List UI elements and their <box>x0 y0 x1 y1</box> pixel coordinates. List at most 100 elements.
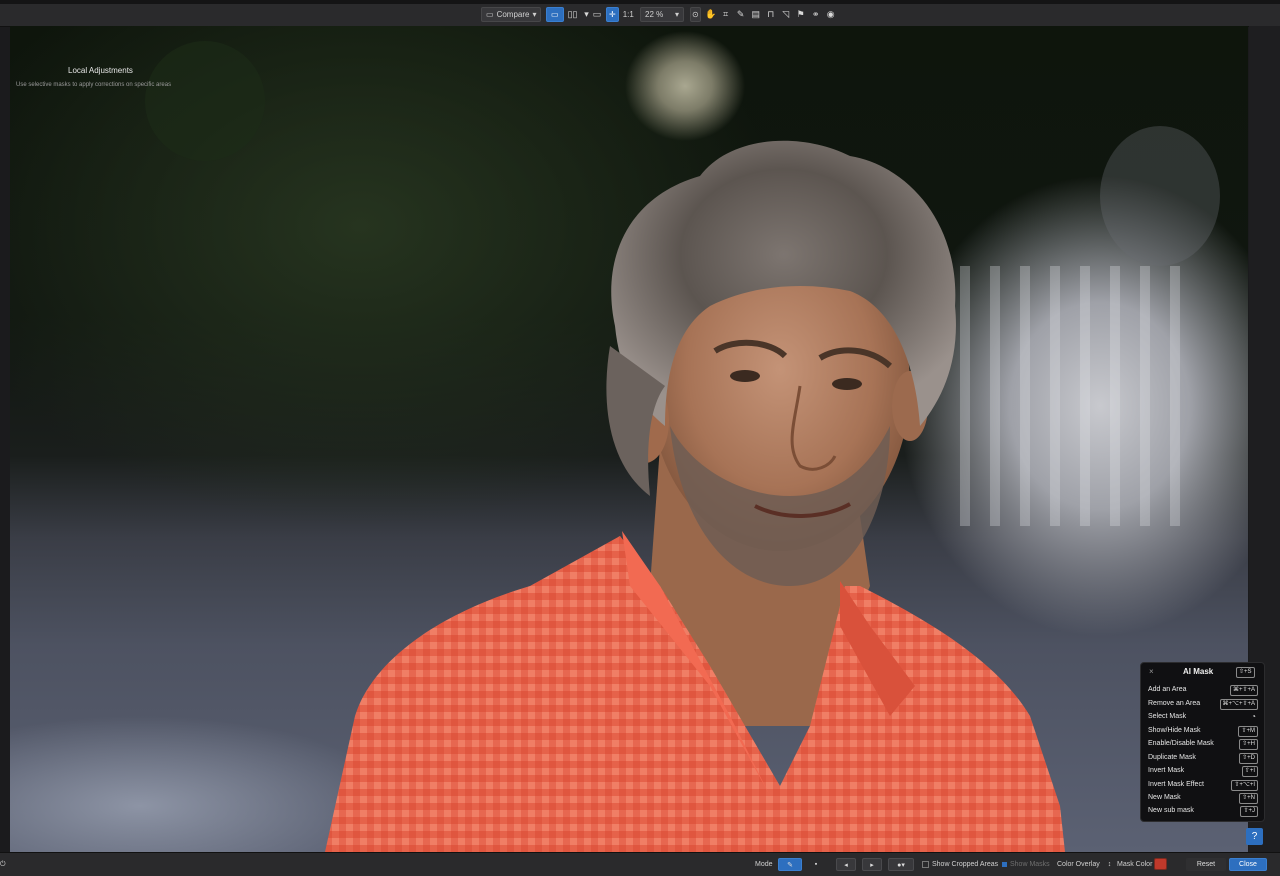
checkbox-icon <box>922 861 929 868</box>
compare-label: Compare <box>496 10 530 19</box>
link-icon[interactable]: ⚭ <box>811 9 821 20</box>
color-overlay-label: Color Overlay <box>1057 861 1100 868</box>
menu-item-label: Show/Hide Mask <box>1148 727 1201 734</box>
shortcut-key: ⇧+I <box>1241 766 1258 777</box>
compare-button[interactable]: ▭ Compare ▾ <box>481 7 542 22</box>
shortcut-key: ⇧+D <box>1239 753 1258 764</box>
fit-group: ▭ ✛ 1:1 <box>592 7 634 22</box>
person-select-button[interactable]: ●▾ <box>888 858 914 871</box>
menu-item-label: New sub mask <box>1148 807 1194 814</box>
ruler-icon[interactable]: ▤ <box>751 9 761 20</box>
split-view-icon[interactable]: ▯▯ <box>568 9 578 20</box>
menu-item-select-mask[interactable]: Select Mask ◔ <box>1148 712 1258 724</box>
show-masks-label: Show Masks <box>1010 861 1050 868</box>
ai-mask-shortcut: ⇧+S <box>1236 667 1255 678</box>
menu-item-new-mask[interactable]: New Mask ⇧+N <box>1148 793 1258 805</box>
single-view-button[interactable]: ▭ <box>546 7 564 22</box>
menu-item-label: Invert Mask Effect <box>1148 781 1204 788</box>
person-icon: ●▾ <box>897 861 905 869</box>
reset-button[interactable]: Reset <box>1186 858 1226 871</box>
chevron-updown-icon: ↕ <box>1107 861 1112 868</box>
shortcut-key: ⌘+⇧+A <box>1229 685 1258 696</box>
show-cropped-checkbox[interactable]: Show Cropped Areas <box>922 859 998 870</box>
tools-group: ⊙ ✋ ⌗ ✎ ▤ ⊓ ◹ ⚑ ⚭ ◉ <box>690 7 836 22</box>
menu-item-new-sub-mask[interactable]: New sub mask ⇧+J <box>1148 806 1258 818</box>
mode-label: Mode <box>755 861 773 868</box>
mode-erase-button[interactable]: ▪ <box>806 858 826 871</box>
show-cropped-label: Show Cropped Areas <box>932 861 999 868</box>
color-overlay-select[interactable]: Color Overlay ↕ <box>1057 859 1111 870</box>
menu-item-enable-disable-mask[interactable]: Enable/Disable Mask ⇧+H <box>1148 739 1258 751</box>
loupe-button[interactable]: ⊙ <box>690 7 701 22</box>
ai-mask-panel: × AI Mask ⇧+S Add an Area ⌘+⇧+A Remove a… <box>1140 662 1265 822</box>
compare-icon: ▭ <box>486 10 494 19</box>
menu-item-label: New Mask <box>1148 794 1181 801</box>
zoom-group: 22 % ▾ <box>640 7 684 22</box>
power-icon[interactable]: ⏻ <box>0 859 6 870</box>
ai-mask-title: AI Mask <box>1183 667 1214 676</box>
perspective-icon[interactable]: ⊓ <box>766 9 776 20</box>
menu-item-label: Enable/Disable Mask <box>1148 740 1214 747</box>
shortcut-key: ⇧+H <box>1239 739 1258 750</box>
chevron-down-icon: ▾ <box>532 10 537 19</box>
shortcut-key: ⇧+⌥+I <box>1231 780 1258 791</box>
window-strip <box>0 0 1280 4</box>
arrow-left-icon: ◂ <box>844 861 848 869</box>
menu-item-invert-mask[interactable]: Invert Mask ⇧+I <box>1148 766 1258 778</box>
flag-icon[interactable]: ⚑ <box>796 9 806 20</box>
zoom-select[interactable]: 22 % ▾ <box>640 7 684 22</box>
mask-color-swatch[interactable] <box>1154 858 1167 870</box>
menu-item-label: Select Mask <box>1148 713 1187 720</box>
local-adjustments-title: Local Adjustments <box>68 66 133 75</box>
menu-item-add-area[interactable]: Add an Area ⌘+⇧+A <box>1148 685 1258 697</box>
menu-item-label: Duplicate Mask <box>1148 754 1196 761</box>
reset-label: Reset <box>1196 861 1216 868</box>
zoom-value: 22 % <box>645 10 664 19</box>
shortcut-key: ⇧+J <box>1240 806 1258 817</box>
checkbox-icon <box>1002 862 1007 867</box>
fit-screen-icon[interactable]: ▭ <box>592 9 602 20</box>
menu-item-label: Add an Area <box>1148 686 1187 693</box>
arrow-right-icon: ▸ <box>870 861 874 869</box>
single-view-icon: ▭ <box>551 10 559 19</box>
eye-icon[interactable]: ◉ <box>826 9 836 20</box>
shortcut-key: ⇧+M <box>1238 726 1258 737</box>
menu-item-duplicate-mask[interactable]: Duplicate Mask ⇧+D <box>1148 753 1258 765</box>
chevron-down-icon[interactable]: ▾ <box>582 9 592 20</box>
close-button[interactable]: Close <box>1229 858 1267 871</box>
view-group: ▭ ▯▯ ▾ <box>546 7 592 22</box>
menu-item-remove-area[interactable]: Remove an Area ⌘+⌥+⇧+A <box>1148 699 1258 711</box>
menu-item-invert-mask-effect[interactable]: Invert Mask Effect ⇧+⌥+I <box>1148 780 1258 792</box>
top-toolbar: ▭ Compare ▾ ▭ ▯▯ ▾ ▭ ✛ 1:1 22 % ▾ ⊙ ✋ ⌗ … <box>0 0 1280 27</box>
photo-canvas[interactable]: Local Adjustments Use selective masks to… <box>10 26 1248 852</box>
compare-group: ▭ Compare ▾ <box>481 7 542 22</box>
show-masks-checkbox[interactable]: Show Masks <box>1002 859 1050 870</box>
bottom-toolbar: ⏻ Mode ✎ ▪ ◂ ▸ ●▾ Show Cropped Areas Sho… <box>0 852 1280 876</box>
previous-mask-button[interactable]: ◂ <box>836 858 856 871</box>
move-icon: ✛ <box>609 10 616 19</box>
pan-button[interactable]: ✛ <box>606 7 619 22</box>
zoom-ratio-button[interactable]: 1:1 <box>623 10 634 19</box>
crop-icon[interactable]: ⌗ <box>721 9 731 20</box>
chevron-down-icon: ▾ <box>674 10 679 19</box>
close-label: Close <box>1239 861 1257 868</box>
next-mask-button[interactable]: ▸ <box>862 858 882 871</box>
menu-item-show-hide-mask[interactable]: Show/Hide Mask ⇧+M <box>1148 726 1258 738</box>
local-adjustments-subtitle: Use selective masks to apply corrections… <box>16 82 172 88</box>
eyedropper-icon[interactable]: ✎ <box>736 9 746 20</box>
polygon-icon[interactable]: ◹ <box>781 9 791 20</box>
mask-color-label: Mask Color <box>1117 861 1153 868</box>
close-icon[interactable]: × <box>1149 667 1154 676</box>
eraser-icon: ▪ <box>814 861 818 868</box>
menu-item-label: Invert Mask <box>1148 767 1185 774</box>
help-button[interactable]: ? <box>1246 828 1263 845</box>
portrait-photo <box>145 41 1220 852</box>
mode-brush-button[interactable]: ✎ <box>778 858 802 871</box>
ai-mask-header: × AI Mask ⇧+S <box>1141 663 1264 683</box>
brush-icon: ✎ <box>787 861 793 869</box>
hand-icon[interactable]: ✋ <box>705 9 716 20</box>
loupe-icon: ⊙ <box>692 10 699 19</box>
pointer-icon: ◔ <box>1251 712 1256 721</box>
shortcut-key: ⌘+⌥+⇧+A <box>1219 699 1258 710</box>
menu-item-label: Remove an Area <box>1148 700 1201 707</box>
